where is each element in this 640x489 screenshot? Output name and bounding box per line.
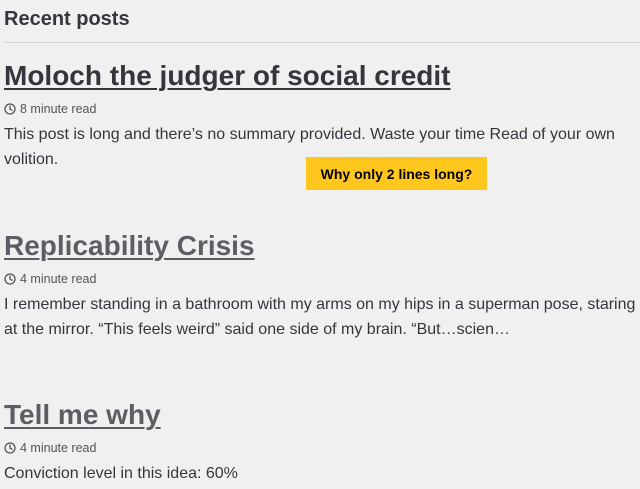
post-title-link[interactable]: Tell me why: [4, 397, 161, 433]
read-time: 8 minute read: [20, 102, 97, 116]
post-item: Moloch the judger of social credit 8 min…: [4, 58, 636, 172]
recent-posts-page: Recent posts Moloch the judger of social…: [0, 0, 640, 489]
section-divider: [4, 42, 640, 43]
read-time: 4 minute read: [20, 441, 97, 455]
post-meta: 4 minute read: [4, 439, 636, 457]
annotation-callout: Why only 2 lines long?: [306, 157, 487, 190]
section-title: Recent posts: [4, 8, 130, 30]
post-item: Replicability Crisis 4 minute read I rem…: [4, 228, 636, 342]
post-excerpt: I remember standing in a bathroom with m…: [4, 296, 636, 338]
post-meta: 4 minute read: [4, 270, 636, 288]
post-excerpt: Conviction level in this idea: 60%: [4, 465, 238, 482]
clock-icon: [4, 442, 16, 454]
post-item: Tell me why 4 minute read Conviction lev…: [4, 397, 636, 486]
read-time: 4 minute read: [20, 272, 97, 286]
clock-icon: [4, 273, 16, 285]
post-title-link[interactable]: Moloch the judger of social credit: [4, 58, 451, 94]
post-title-link[interactable]: Replicability Crisis: [4, 228, 255, 264]
post-meta: 8 minute read: [4, 100, 636, 118]
clock-icon: [4, 103, 16, 115]
